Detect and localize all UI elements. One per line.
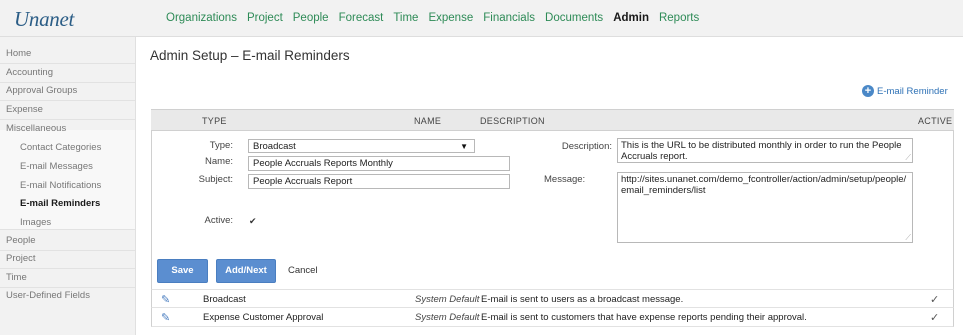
sidebar-divider bbox=[0, 250, 135, 251]
add-next-button[interactable]: Add/Next bbox=[216, 259, 276, 283]
sidebar-divider bbox=[0, 100, 135, 101]
sidebar-item-approval-groups[interactable]: Approval Groups bbox=[6, 85, 77, 96]
nav-time[interactable]: Time bbox=[393, 12, 418, 24]
sidebar-item-project[interactable]: Project bbox=[6, 253, 36, 264]
sidebar-divider bbox=[0, 287, 135, 288]
sidebar-divider bbox=[0, 268, 135, 269]
dropdown-arrow-icon: ▼ bbox=[460, 142, 468, 151]
sidebar-subitem-email-reminders[interactable]: E-mail Reminders bbox=[20, 198, 100, 209]
row-type: Expense Customer Approval bbox=[203, 312, 324, 323]
sidebar-divider bbox=[0, 63, 135, 64]
sidebar-item-expense[interactable]: Expense bbox=[6, 104, 43, 115]
name-label: Name: bbox=[205, 156, 233, 167]
sidebar-item-miscellaneous[interactable]: Miscellaneous bbox=[6, 123, 66, 134]
type-select-value: Broadcast bbox=[253, 141, 296, 152]
page-title: Admin Setup – E-mail Reminders bbox=[150, 48, 350, 63]
save-button[interactable]: Save bbox=[157, 259, 208, 283]
row-description: E-mail is sent to users as a broadcast m… bbox=[481, 294, 684, 305]
column-header-description[interactable]: DESCRIPTION bbox=[480, 116, 545, 126]
resize-grip-icon[interactable]: ⟋ bbox=[905, 154, 911, 162]
name-input[interactable]: People Accruals Reports Monthly bbox=[248, 156, 510, 171]
sidebar-subitem-contact-categories[interactable]: Contact Categories bbox=[20, 142, 101, 153]
active-checkbox[interactable]: ✔ bbox=[249, 216, 259, 226]
sidebar-item-accounting[interactable]: Accounting bbox=[6, 67, 53, 78]
table-row[interactable]: ✎ Broadcast System Default E-mail is sen… bbox=[151, 289, 954, 308]
sidebar-item-people[interactable]: People bbox=[6, 235, 36, 246]
checkmark-icon: ✓ bbox=[930, 312, 940, 324]
sidebar-divider bbox=[0, 82, 135, 83]
pencil-edit-icon[interactable]: ✎ bbox=[161, 311, 170, 324]
table-row[interactable]: ✎ Expense Customer Approval System Defau… bbox=[151, 308, 954, 327]
column-header-active[interactable]: ACTIVE bbox=[918, 116, 952, 126]
app-logo[interactable]: Unanet bbox=[14, 7, 74, 32]
cancel-button[interactable]: Cancel bbox=[288, 265, 318, 276]
resize-grip-icon[interactable]: ⟋ bbox=[905, 234, 911, 242]
description-text: This is the URL to be distributed monthl… bbox=[621, 140, 902, 162]
add-email-reminder-label: E-mail Reminder bbox=[877, 85, 948, 97]
column-header-type[interactable]: TYPE bbox=[202, 116, 227, 126]
active-label: Active: bbox=[204, 215, 233, 226]
nav-expense[interactable]: Expense bbox=[428, 12, 473, 24]
sidebar-subitem-email-messages[interactable]: E-mail Messages bbox=[20, 161, 93, 172]
sidebar-item-user-defined-fields[interactable]: User-Defined Fields bbox=[6, 290, 90, 301]
type-select[interactable]: Broadcast ▼ bbox=[248, 139, 475, 153]
column-header-name[interactable]: NAME bbox=[414, 116, 441, 126]
nav-people[interactable]: People bbox=[293, 12, 329, 24]
nav-forecast[interactable]: Forecast bbox=[339, 12, 384, 24]
nav-reports[interactable]: Reports bbox=[659, 12, 699, 24]
top-nav: Organizations Project People Forecast Ti… bbox=[166, 12, 709, 24]
nav-project[interactable]: Project bbox=[247, 12, 283, 24]
top-bar: Unanet Organizations Project People Fore… bbox=[0, 0, 963, 37]
pencil-edit-icon[interactable]: ✎ bbox=[161, 293, 170, 306]
subject-input[interactable]: People Accruals Report bbox=[248, 174, 510, 189]
message-text: http://sites.unanet.com/demo_fcontroller… bbox=[621, 174, 907, 196]
sidebar-divider bbox=[0, 229, 135, 230]
sidebar-item-home[interactable]: Home bbox=[6, 48, 31, 59]
plus-circle-icon: + bbox=[862, 85, 874, 97]
message-textarea[interactable]: http://sites.unanet.com/demo_fcontroller… bbox=[617, 172, 913, 243]
nav-financials[interactable]: Financials bbox=[483, 12, 535, 24]
sidebar-item-time[interactable]: Time bbox=[6, 272, 27, 283]
sidebar: Home Accounting Approval Groups Expense … bbox=[0, 37, 136, 335]
sidebar-subitem-images[interactable]: Images bbox=[20, 217, 51, 228]
subject-label: Subject: bbox=[198, 174, 233, 185]
row-name: System Default bbox=[415, 294, 480, 305]
sidebar-divider bbox=[0, 119, 135, 120]
nav-documents[interactable]: Documents bbox=[545, 12, 603, 24]
row-type: Broadcast bbox=[203, 294, 246, 305]
grid-header: TYPE NAME DESCRIPTION ACTIVE bbox=[151, 109, 954, 131]
sidebar-subitem-email-notifications[interactable]: E-mail Notifications bbox=[20, 180, 101, 191]
message-label: Message: bbox=[544, 174, 586, 185]
nav-admin[interactable]: Admin bbox=[613, 12, 649, 24]
nav-organizations[interactable]: Organizations bbox=[166, 12, 237, 24]
description-textarea[interactable]: This is the URL to be distributed monthl… bbox=[617, 138, 913, 163]
row-description: E-mail is sent to customers that have ex… bbox=[481, 312, 807, 323]
checkmark-icon: ✓ bbox=[930, 294, 940, 306]
type-label: Type: bbox=[209, 140, 233, 151]
description-label: Description: bbox=[561, 141, 612, 152]
add-email-reminder-link[interactable]: + E-mail Reminder bbox=[862, 85, 948, 97]
row-name: System Default bbox=[415, 312, 480, 323]
